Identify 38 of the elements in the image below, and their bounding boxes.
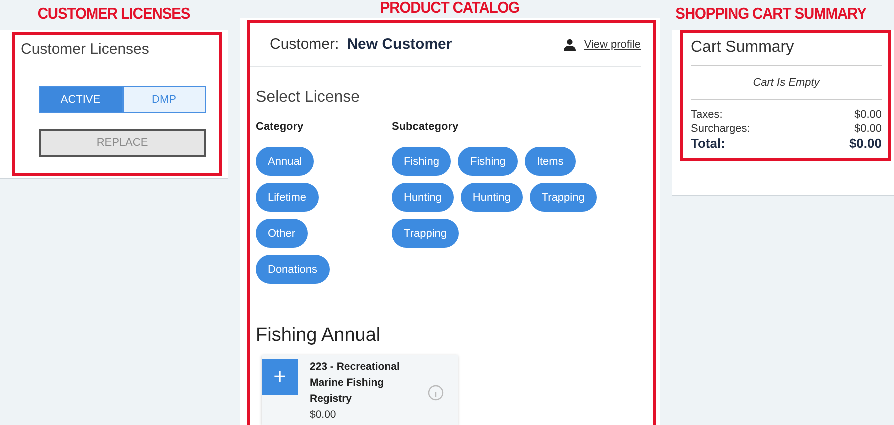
filter-chip[interactable]: Hunting [392, 183, 454, 212]
panel-title: Cart Summary [691, 39, 882, 66]
product-card[interactable]: + 223 - Recreational Marine Fishing Registry $0.00 [262, 355, 458, 425]
panel-title: Customer Licenses [21, 41, 150, 58]
column-heading: Subcategory [392, 121, 460, 133]
add-button[interactable]: + [262, 359, 298, 395]
filter-chip[interactable]: Trapping [392, 219, 460, 248]
filter-chip[interactable]: Trapping [530, 183, 597, 212]
customer-name: New Customer [347, 36, 452, 53]
summary-amount: $0.00 [849, 136, 882, 152]
section-title: Select License [256, 89, 362, 107]
person-icon [564, 38, 576, 50]
summary-amount: $0.00 [854, 122, 882, 136]
filter-chip[interactable]: Other [256, 219, 308, 248]
toggle-tab[interactable]: ACTIVE [39, 86, 122, 113]
toggle-tab[interactable]: DMP [122, 86, 206, 113]
product-price: $0.00 [310, 408, 338, 423]
customer-label: Customer: [270, 36, 340, 53]
info-icon[interactable] [428, 385, 444, 401]
annotation-label: SHOPPING CART SUMMARY [674, 5, 868, 25]
column-heading: Category [256, 121, 305, 133]
product-name: 223 - Recreational Marine Fishing Registry [310, 360, 401, 407]
summary-label: Surcharges: [691, 122, 750, 136]
filter-chip[interactable]: Fishing [458, 147, 518, 176]
annotation-label: PRODUCT CATALOG [379, 0, 521, 18]
filter-chip[interactable]: Items [524, 147, 576, 176]
summary-label: Total: [691, 136, 726, 152]
summary-label: Taxes: [691, 108, 723, 122]
filter-chip[interactable]: Fishing [392, 147, 452, 176]
filter-chip[interactable]: Annual [256, 147, 314, 176]
filter-chip[interactable]: Lifetime [256, 183, 319, 212]
filter-chip[interactable]: Donations [256, 255, 330, 284]
annotation-label: CUSTOMER LICENSES [36, 5, 192, 25]
filter-chip[interactable]: Hunting [460, 183, 523, 212]
view-profile-link[interactable]: View profile [584, 38, 641, 50]
empty-message: Cart Is Empty [691, 66, 882, 100]
group-title: Fishing Annual [256, 325, 382, 347]
summary-amount: $0.00 [854, 108, 882, 122]
